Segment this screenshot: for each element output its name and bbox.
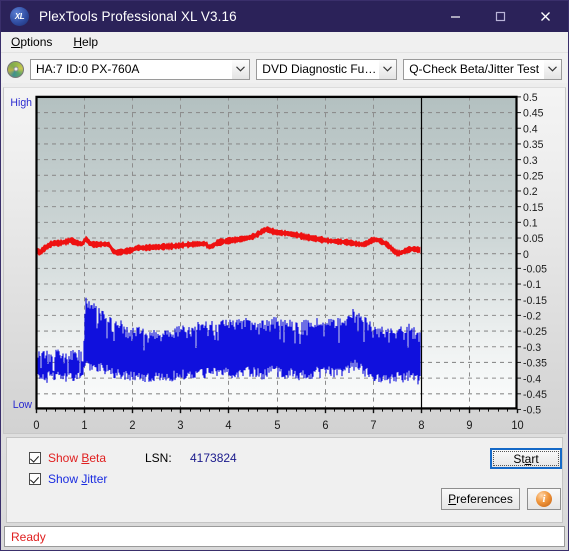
chevron-down-icon [379, 59, 397, 79]
svg-text:-0.35: -0.35 [523, 357, 547, 369]
status-bar: Ready [4, 526, 565, 547]
start-button[interactable]: St a rt [490, 448, 562, 469]
svg-text:0.35: 0.35 [523, 139, 543, 151]
window-controls [433, 1, 568, 32]
svg-text:0: 0 [523, 249, 529, 261]
svg-text:-0.25: -0.25 [523, 326, 547, 338]
svg-text:0.05: 0.05 [523, 233, 543, 245]
show-beta-label: Show Beta [48, 451, 107, 465]
chart-panel: 0.5 0.45 0.4 0.35 0.3 0.25 0.2 0.15 0.1 0.05 0 -0.0… [3, 87, 566, 434]
svg-text:-0.15: -0.15 [523, 295, 547, 307]
beta-jitter-chart: 0.5 0.45 0.4 0.35 0.3 0.25 0.2 0.15 0.1 0.05 0 -0.0… [4, 88, 565, 433]
svg-text:7: 7 [370, 420, 376, 432]
info-icon: i [536, 491, 552, 507]
svg-text:8: 8 [418, 420, 424, 432]
toolbar: HA:7 ID:0 PX-760A DVD Diagnostic Functio… [1, 53, 568, 83]
chevron-down-icon [544, 59, 561, 79]
show-jitter-row[interactable]: Show Jitter [29, 472, 107, 486]
show-beta-row[interactable]: Show Beta [29, 451, 106, 465]
svg-text:0.1: 0.1 [523, 217, 538, 229]
lsn-value: 4173824 [190, 451, 237, 465]
title-bar: XL PlexTools Professional XL V3.16 [1, 1, 568, 32]
svg-text:9: 9 [466, 420, 472, 432]
svg-text:0.5: 0.5 [523, 92, 538, 104]
function-select[interactable]: DVD Diagnostic Functions [256, 58, 398, 80]
svg-text:0.3: 0.3 [523, 155, 538, 167]
svg-text:0.15: 0.15 [523, 202, 543, 214]
function-select-value: DVD Diagnostic Functions [262, 62, 379, 76]
svg-text:0.45: 0.45 [523, 108, 543, 120]
status-text: Ready [11, 529, 46, 544]
show-jitter-checkbox[interactable] [29, 473, 41, 485]
maximize-icon[interactable] [478, 1, 523, 32]
preferences-button[interactable]: Preferences [441, 488, 520, 510]
svg-text:0.2: 0.2 [523, 186, 538, 198]
start-button-label: St a rt [493, 451, 559, 466]
test-select-value: Q-Check Beta/Jitter Test [409, 62, 540, 76]
optical-disc-icon [7, 60, 24, 78]
lsn-label: LSN: [145, 451, 172, 465]
close-icon[interactable] [523, 1, 568, 32]
svg-text:Low: Low [13, 399, 32, 411]
drive-select-value: HA:7 ID:0 PX-760A [36, 62, 140, 76]
xl-logo-icon: XL [10, 7, 29, 26]
chart-svg: 0.5 0.45 0.4 0.35 0.3 0.25 0.2 0.15 0.1 0.05 0 -0.0… [10, 92, 547, 432]
svg-text:0.25: 0.25 [523, 170, 543, 182]
svg-text:-0.05: -0.05 [523, 263, 547, 275]
chevron-down-icon [232, 59, 250, 79]
info-button[interactable]: i [527, 488, 561, 510]
menu-item-options[interactable]: Options [8, 33, 61, 51]
show-jitter-label: Show Jitter [48, 472, 108, 486]
svg-text:High: High [10, 97, 32, 109]
svg-text:2: 2 [129, 420, 135, 432]
show-beta-checkbox[interactable] [29, 452, 41, 464]
svg-text:-0.4: -0.4 [523, 373, 541, 385]
svg-text:10: 10 [511, 420, 523, 432]
test-select[interactable]: Q-Check Beta/Jitter Test [403, 58, 562, 80]
svg-text:0.4: 0.4 [523, 123, 538, 135]
svg-text:6: 6 [322, 420, 328, 432]
svg-text:3: 3 [177, 420, 183, 432]
svg-text:4: 4 [225, 420, 231, 432]
svg-text:1: 1 [81, 420, 87, 432]
svg-text:-0.5: -0.5 [523, 404, 541, 416]
menu-bar: Options Help [1, 32, 568, 53]
control-panel: Show Beta Show Jitter LSN: 4173824 St a rt… [6, 437, 563, 523]
svg-text:5: 5 [274, 420, 280, 432]
svg-text:-0.2: -0.2 [523, 310, 541, 322]
plextools-window: XL PlexTools Professional XL V3.16 Optio… [0, 0, 569, 551]
menu-item-help[interactable]: Help [70, 33, 107, 51]
svg-text:0: 0 [33, 420, 39, 432]
minimize-icon[interactable] [433, 1, 478, 32]
svg-text:-0.45: -0.45 [523, 389, 547, 401]
window-title: PlexTools Professional XL V3.16 [39, 9, 237, 24]
svg-text:-0.3: -0.3 [523, 342, 541, 354]
preferences-button-label: Preferences [448, 492, 513, 506]
drive-select[interactable]: HA:7 ID:0 PX-760A [30, 58, 251, 80]
svg-text:-0.1: -0.1 [523, 279, 541, 291]
